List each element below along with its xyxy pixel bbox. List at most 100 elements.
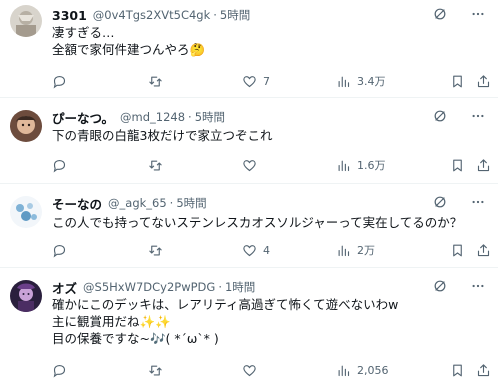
reply-item[interactable]: そーなの @_agk_65 · 5時間 この人でも持ってないステンレスカオスソル… [0,184,498,268]
views-button[interactable]: 2万 [336,242,375,258]
views-button[interactable]: 1.6万 [336,157,386,173]
reply-text-line: この人でも持ってないステンレスカオスソルジャーって実在してるのか？ [52,215,463,230]
separator-dot: · [218,280,222,294]
share-icon [477,243,490,256]
views-button[interactable]: 2,056 [336,363,389,378]
retweet-button[interactable] [148,158,163,173]
grok-icon[interactable] [432,194,448,210]
reply-text-line: 目の保養ですな~🎶( *´ω`* ) [52,331,219,346]
avatar[interactable] [10,110,42,142]
reply-text-line: 全額で家何件建つんやろ🤔 [52,42,206,57]
heart-icon [243,244,256,256]
retweet-icon [149,365,162,375]
heart-icon [243,75,256,87]
like-button[interactable] [242,363,263,378]
like-button[interactable]: 4 [242,243,270,258]
reply-text-line: 下の青眼の白龍3枚だけで家立つぞこれ [52,128,273,143]
top-actions [432,278,486,294]
grok-icon[interactable] [432,278,448,294]
user-handle[interactable]: @S5HxW7DCy2PwPDG [83,280,215,294]
views-icon [338,245,350,256]
timestamp[interactable]: 5時間 [220,7,250,23]
action-bar: 7 3.4万 [52,72,490,90]
reply-icon [53,159,66,172]
view-count: 1.6万 [357,159,386,172]
bookmark-icon [453,364,462,376]
reply-header: 3301 @0v4Tgs2XVt5C4gk · 5時間 [52,6,250,24]
share-button[interactable] [476,243,491,258]
share-button[interactable] [476,74,491,89]
reply-button[interactable] [52,158,67,173]
like-button[interactable] [242,158,263,173]
reply-header: そーなの @_agk_65 · 5時間 [52,194,207,212]
share-button[interactable] [476,158,491,173]
retweet-icon [149,76,162,86]
reply-icon [53,364,66,377]
reply-item[interactable]: 3301 @0v4Tgs2XVt5C4gk · 5時間 凄すぎる… 全額で家何件… [0,0,498,98]
view-count: 3.4万 [357,75,386,88]
retweet-button[interactable] [148,74,163,89]
display-name[interactable]: オズ [52,278,77,297]
reply-icon [53,75,66,88]
grok-icon[interactable] [432,108,448,124]
user-handle[interactable]: @0v4Tgs2XVt5C4gk [93,8,210,22]
display-name[interactable]: そーなの [52,194,102,213]
view-count: 2,056 [357,363,389,377]
reply-text: 凄すぎる… 全額で家何件建つんやろ🤔 [52,24,205,58]
timestamp[interactable]: 5時間 [176,195,206,211]
reply-item[interactable]: ぴーなつ。 @md_1248 · 5時間 下の青眼の白龍3枚だけで家立つぞこれ [0,98,498,184]
separator-dot: · [169,196,174,210]
more-icon[interactable] [470,278,486,294]
bookmark-button[interactable] [450,243,465,258]
display-name[interactable]: ぴーなつ。 [52,108,114,127]
bookmark-button[interactable] [450,158,465,173]
reply-button[interactable] [52,363,67,378]
user-handle[interactable]: @md_1248 [120,110,185,124]
share-button[interactable] [476,363,491,378]
retweet-button[interactable] [148,243,163,258]
top-actions [432,6,486,22]
reply-header: ぴーなつ。 @md_1248 · 5時間 [52,108,225,126]
more-icon[interactable] [470,194,486,210]
avatar[interactable] [10,5,42,37]
views-button[interactable]: 3.4万 [336,73,386,89]
bookmark-button[interactable] [450,74,465,89]
like-count: 4 [263,243,270,257]
bookmark-icon [453,244,462,256]
reply-button[interactable] [52,243,67,258]
views-icon [338,76,350,87]
share-icon [477,158,490,171]
reply-text: 確かにこのデッキは、レアリティ高過ぎて怖くて遊べないわw 主に観賞用だね✨✨ 目… [52,296,398,347]
like-button[interactable]: 7 [242,74,270,89]
timestamp[interactable]: 1時間 [225,279,255,295]
reply-header: オズ @S5HxW7DCy2PwPDG · 1時間 [52,278,255,296]
heart-icon [243,159,256,171]
retweet-icon [149,245,162,255]
views-icon [338,365,350,376]
top-actions [432,108,486,124]
more-icon[interactable] [470,108,486,124]
reply-text-line: 凄すぎる… [52,25,115,40]
grok-icon[interactable] [432,6,448,22]
display-name[interactable]: 3301 [52,8,87,23]
like-count: 7 [263,74,270,88]
avatar[interactable] [10,196,42,228]
reply-icon [53,244,66,257]
reply-button[interactable] [52,74,67,89]
reply-text: 下の青眼の白龍3枚だけで家立つぞこれ [52,127,272,144]
views-icon [338,160,350,171]
reply-item[interactable]: オズ @S5HxW7DCy2PwPDG · 1時間 確かにこのデッキは、レアリテ… [0,268,498,387]
view-count: 2万 [357,244,375,257]
reply-text: この人でも持ってないステンレスカオスソルジャーって実在してるのか？ [52,214,462,231]
reply-feed: 3301 @0v4Tgs2XVt5C4gk · 5時間 凄すぎる… 全額で家何件… [0,0,498,387]
retweet-button[interactable] [148,363,163,378]
separator-dot: · [213,8,217,22]
bookmark-button[interactable] [450,363,465,378]
timestamp[interactable]: 5時間 [195,109,225,125]
avatar[interactable] [10,280,42,312]
user-handle[interactable]: @_agk_65 [108,196,167,210]
retweet-icon [149,160,162,170]
bookmark-icon [453,75,462,87]
bookmark-icon [453,159,462,171]
more-icon[interactable] [470,6,486,22]
